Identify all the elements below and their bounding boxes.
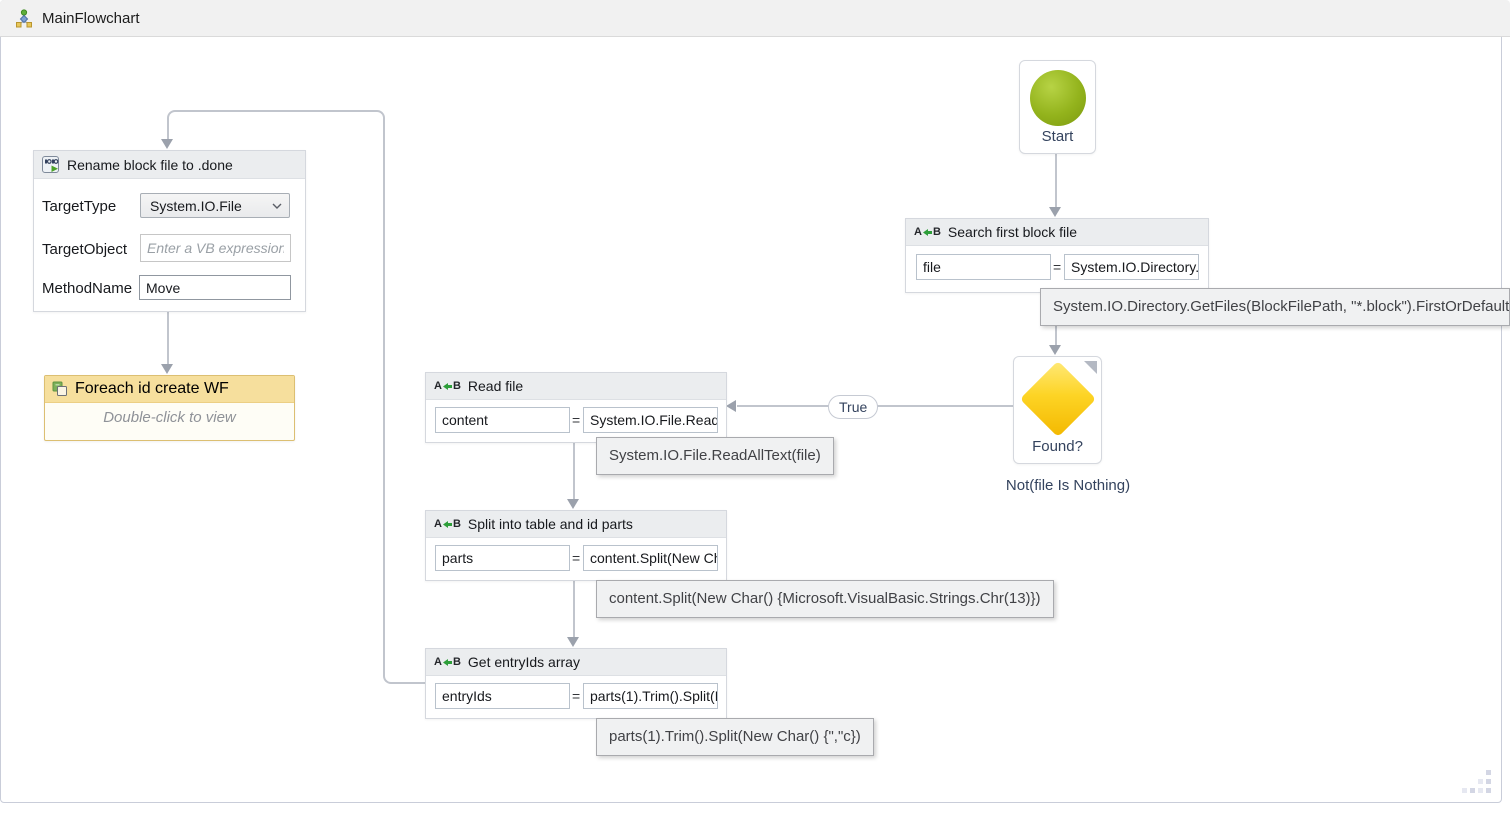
assign-to-field[interactable]: content <box>435 407 570 433</box>
true-branch-label: True <box>828 395 878 419</box>
equals-sign: = <box>572 412 580 428</box>
assign-node-search[interactable]: A B Search first block file file = Syste… <box>905 218 1209 293</box>
assign-value-field[interactable]: content.Split(New Char() {Microsoft.Visu… <box>583 545 718 571</box>
start-icon <box>1030 70 1086 126</box>
connector-loop-top <box>181 110 371 112</box>
assign-to-field[interactable]: parts <box>435 545 570 571</box>
foreach-icon <box>52 381 68 397</box>
assign-icon: A B <box>914 227 941 238</box>
assign-title: Read file <box>468 378 523 394</box>
assign-node-read[interactable]: A B Read file content = System.IO.File.R… <box>425 372 727 443</box>
assign-title: Split into table and id parts <box>468 516 633 532</box>
page-title: MainFlowchart <box>42 10 140 27</box>
target-object-label: TargetObject <box>42 241 127 258</box>
arrowhead-search <box>1049 207 1061 217</box>
connector-loop-corner-tr <box>371 110 385 126</box>
connector-loop-right <box>383 124 385 669</box>
arrowhead-decision <box>1049 345 1061 355</box>
foreach-header: Foreach id create WF <box>45 376 294 403</box>
assign-arrow-icon <box>443 520 452 529</box>
tooltip-entryids-expression: parts(1).Trim().Split(New Char() {","c}) <box>596 718 874 756</box>
target-type-label: TargetType <box>42 198 116 215</box>
flowchart-icon <box>14 8 34 28</box>
assign-title: Search first block file <box>948 224 1077 240</box>
connector-split-entryids <box>573 579 575 639</box>
arrowhead-read <box>726 400 736 412</box>
assign-header: A B Get entryIds array <box>426 649 726 676</box>
assign-node-entryids[interactable]: A B Get entryIds array entryIds = parts(… <box>425 648 727 719</box>
flowchart-designer: MainFlowchart Start A B Search first blo… <box>0 0 1510 813</box>
decision-condition: Not(file Is Nothing) <box>988 477 1148 494</box>
equals-sign: = <box>572 550 580 566</box>
connector-rename-foreach <box>167 310 169 366</box>
assign-value-field[interactable]: System.IO.Directory.GetFiles(BlockFilePa… <box>1064 254 1199 280</box>
foreach-body-hint: Double-click to view <box>45 409 294 426</box>
assign-header: A B Split into table and id parts <box>426 511 726 538</box>
chevron-down-icon <box>272 203 282 209</box>
start-node[interactable]: Start <box>1019 60 1096 154</box>
invoke-method-title: Rename block file to .done <box>67 157 233 173</box>
assign-arrow-icon <box>923 228 932 237</box>
flowchart-title-bar[interactable]: MainFlowchart <box>0 0 1510 37</box>
target-object-input[interactable] <box>140 234 291 262</box>
foreach-node[interactable]: Foreach id create WF Double-click to vie… <box>44 375 295 441</box>
assign-header: A B Read file <box>426 373 726 400</box>
assign-arrow-icon <box>443 382 452 391</box>
assign-to-field[interactable]: entryIds <box>435 683 570 709</box>
assign-value-field[interactable]: parts(1).Trim().Split(New Char() {","c}) <box>583 683 718 709</box>
assign-icon: A B <box>434 519 461 530</box>
invoke-method-node-rename[interactable]: Rename block file to .done TargetType Sy… <box>33 150 306 312</box>
assign-icon: A B <box>434 381 461 392</box>
assign-node-split[interactable]: A B Split into table and id parts parts … <box>425 510 727 581</box>
assign-title: Get entryIds array <box>468 654 580 670</box>
arrowhead-foreach <box>161 364 173 374</box>
equals-sign: = <box>572 688 580 704</box>
collapse-corner-icon[interactable] <box>1084 361 1097 374</box>
connector-read-split <box>573 441 575 501</box>
connector-loop-corner-tl <box>167 110 183 126</box>
method-name-label: MethodName <box>42 280 132 297</box>
arrowhead-split <box>567 499 579 509</box>
assign-icon: A B <box>434 657 461 668</box>
start-label: Start <box>1020 128 1095 145</box>
arrowhead-entryids <box>567 637 579 647</box>
target-type-dropdown[interactable]: System.IO.File <box>140 193 290 218</box>
arrowhead-rename <box>161 139 173 149</box>
method-name-input[interactable] <box>139 275 291 300</box>
equals-sign: = <box>1053 259 1061 275</box>
assign-arrow-icon <box>443 658 452 667</box>
assign-value-field[interactable]: System.IO.File.ReadAllText(file) <box>583 407 718 433</box>
invoke-method-icon <box>42 156 60 174</box>
tooltip-read-expression: System.IO.File.ReadAllText(file) <box>596 437 834 475</box>
tooltip-split-expression: content.Split(New Char() {Microsoft.Visu… <box>596 580 1054 618</box>
assign-to-field[interactable]: file <box>916 254 1051 280</box>
tooltip-search-expression: System.IO.Directory.GetFiles(BlockFilePa… <box>1040 288 1510 326</box>
connector-loop-bottom <box>395 682 425 684</box>
assign-header: A B Search first block file <box>906 219 1208 246</box>
foreach-title: Foreach id create WF <box>75 380 229 398</box>
decision-label: Found? <box>1014 438 1101 455</box>
invoke-method-header: Rename block file to .done <box>34 151 305 179</box>
connector-loop-corner-bl <box>383 669 397 684</box>
decision-node-found[interactable]: Found? <box>1013 356 1102 464</box>
connector-start-search <box>1055 152 1057 209</box>
